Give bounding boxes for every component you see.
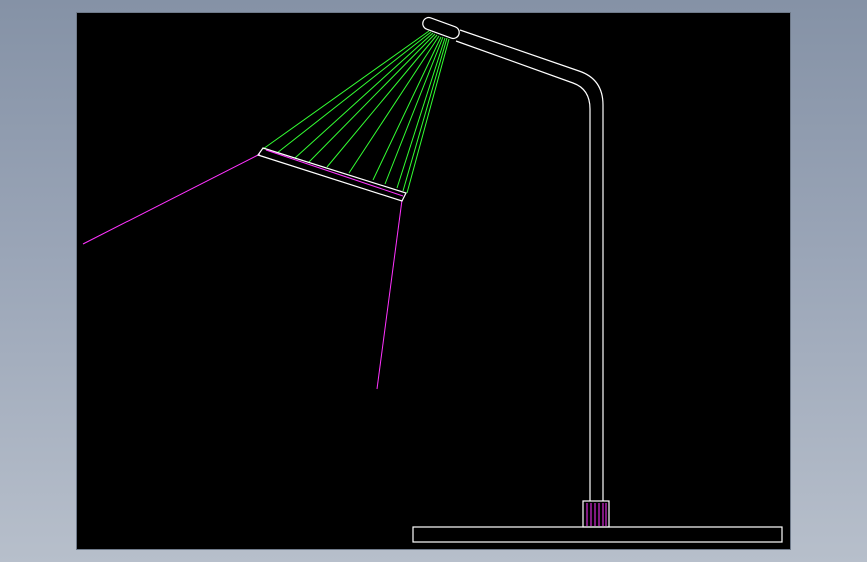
lamp-head — [422, 16, 460, 40]
shade-line — [406, 38, 450, 194]
light-rays — [82, 153, 403, 390]
shade-line — [372, 36, 442, 181]
shade-line — [384, 36, 444, 185]
shade-line — [308, 33, 436, 163]
lamp-drawing — [82, 16, 783, 543]
lamp-base-plate — [412, 526, 783, 543]
light-ray-right — [376, 199, 403, 390]
shade-line — [402, 37, 448, 192]
shade-rim-outline — [257, 147, 407, 202]
lamp-base-collar — [582, 500, 610, 528]
shade-line — [348, 35, 440, 174]
lamp-shade-cone — [262, 30, 450, 194]
arm-outer-edge — [459, 29, 604, 501]
shade-rim-hatch — [265, 149, 404, 197]
arm-inner-edge — [455, 40, 591, 501]
shade-line — [396, 37, 446, 189]
lamp-shade-rim — [257, 147, 407, 202]
cad-viewport[interactable] — [76, 12, 791, 550]
lamp-arm — [455, 29, 604, 501]
light-ray-left — [82, 153, 261, 245]
